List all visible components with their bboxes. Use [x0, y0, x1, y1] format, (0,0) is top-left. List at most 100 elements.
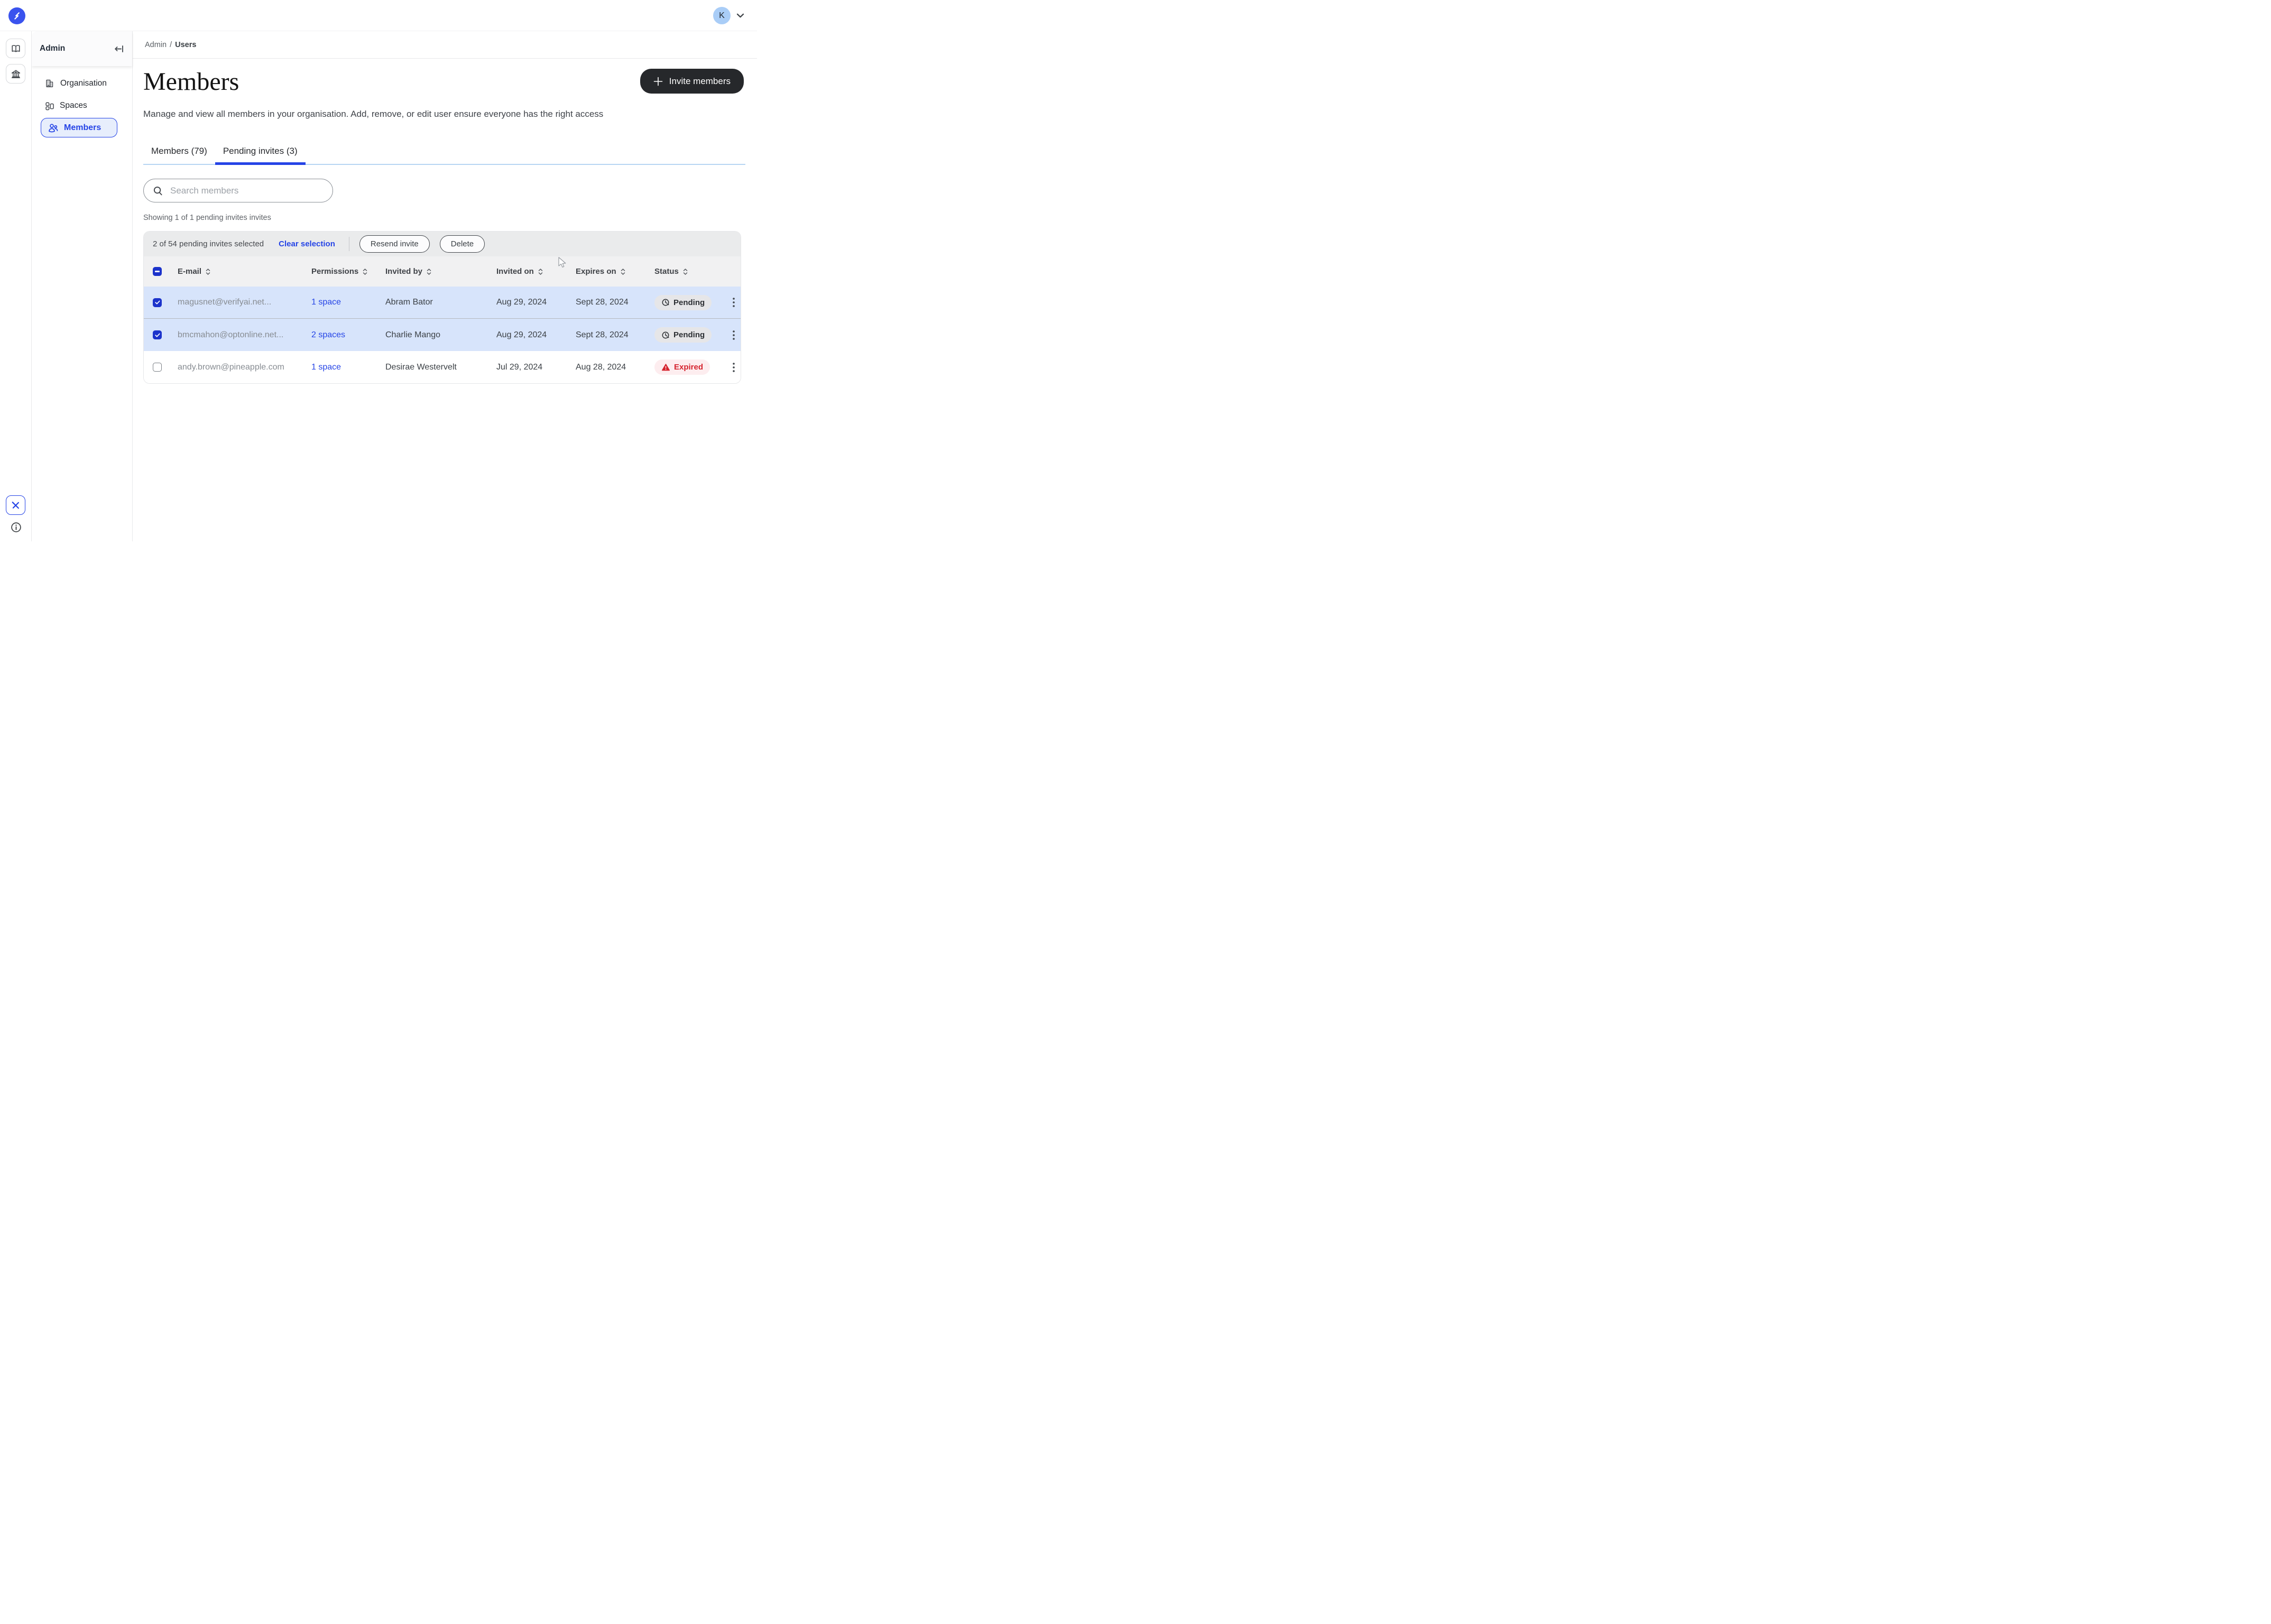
info-button[interactable] — [11, 522, 22, 533]
logo-bolt-icon — [12, 11, 22, 21]
cell-email: bmcmahon@optonline.net... — [178, 330, 311, 340]
sidebar-item-spaces[interactable]: Spaces — [32, 95, 132, 117]
row-menu-kebab-icon[interactable] — [730, 361, 738, 374]
status-badge-pending: Pending — [654, 295, 712, 310]
search-box[interactable] — [143, 179, 333, 202]
cell-email: magusnet@verifyai.net... — [178, 298, 311, 307]
cell-email: andy.brown@pineapple.com — [178, 363, 311, 372]
row-menu-kebab-icon[interactable] — [730, 328, 738, 342]
results-summary: Showing 1 of 1 pending invites invites — [143, 214, 757, 222]
resend-invite-button[interactable]: Resend invite — [359, 235, 430, 253]
avatar[interactable]: K — [713, 7, 731, 24]
table-header-row: E-mail Permissions Invited by Invited on… — [144, 256, 741, 287]
avatar-initial: K — [719, 11, 725, 21]
search-input[interactable] — [170, 186, 333, 196]
invite-members-label: Invite members — [669, 76, 731, 87]
column-header-status[interactable]: Status — [654, 267, 725, 276]
breadcrumb-section[interactable]: Admin — [145, 41, 167, 49]
info-icon — [11, 522, 22, 533]
cell-invited-by: Charlie Mango — [385, 330, 496, 340]
table-row[interactable]: andy.brown@pineapple.com 1 space Desirae… — [144, 351, 741, 383]
breadcrumb-separator: / — [170, 41, 172, 49]
sidebar-item-members[interactable]: Members — [41, 118, 117, 137]
column-header-email[interactable]: E-mail — [178, 267, 311, 276]
cell-invited-by: Abram Bator — [385, 298, 496, 307]
page-title: Members — [143, 68, 239, 96]
select-all-checkbox[interactable] — [153, 267, 162, 276]
pending-invites-table: 2 of 54 pending invites selected Clear s… — [143, 231, 741, 384]
clear-selection-link[interactable]: Clear selection — [279, 239, 335, 248]
sort-icon — [682, 268, 688, 275]
invite-members-button[interactable]: Invite members — [640, 69, 744, 94]
sort-icon — [426, 268, 432, 275]
organisation-home-button[interactable] — [6, 64, 25, 84]
column-header-expires-on[interactable]: Expires on — [576, 267, 654, 276]
column-header-invited-by[interactable]: Invited by — [385, 267, 496, 276]
row-checkbox[interactable] — [153, 330, 162, 339]
tab-pending-invites[interactable]: Pending invites (3) — [215, 146, 306, 165]
delete-button[interactable]: Delete — [440, 235, 485, 253]
main-panel: Admin / Users Members Invite members Man… — [133, 31, 757, 541]
page-description: Manage and view all members in your orga… — [143, 108, 757, 121]
selection-bar: 2 of 54 pending invites selected Clear s… — [144, 232, 741, 256]
status-badge-expired: Expired — [654, 359, 710, 375]
cell-permissions-link[interactable]: 1 space — [311, 298, 385, 307]
breadcrumb-page: Users — [175, 41, 196, 49]
sidebar-header: Admin — [32, 31, 132, 66]
account-menu[interactable]: K — [713, 0, 744, 31]
cell-permissions-link[interactable]: 1 space — [311, 363, 385, 372]
sort-icon — [205, 268, 211, 275]
building-icon — [44, 78, 55, 89]
status-badge-pending: Pending — [654, 327, 712, 343]
row-checkbox[interactable] — [153, 298, 162, 307]
column-header-permissions[interactable]: Permissions — [311, 267, 385, 276]
selection-count: 2 of 54 pending invites selected — [153, 239, 264, 248]
row-menu-kebab-icon[interactable] — [730, 296, 738, 309]
sort-icon — [362, 268, 368, 275]
breadcrumb: Admin / Users — [133, 31, 757, 59]
cell-invited-on: Aug 29, 2024 — [496, 298, 576, 307]
sort-icon — [620, 268, 626, 275]
cell-invited-on: Jul 29, 2024 — [496, 363, 576, 372]
cell-expires-on: Sept 28, 2024 — [576, 298, 654, 307]
cell-permissions-link[interactable]: 2 spaces — [311, 330, 385, 340]
page-content: Members Invite members Manage and view a… — [133, 68, 757, 384]
chevron-down-icon[interactable] — [736, 13, 744, 19]
collapse-sidebar-icon[interactable] — [114, 44, 124, 53]
admin-sidebar: Admin Organisation — [32, 31, 133, 541]
clock-pending-icon — [661, 298, 670, 307]
sidebar-title: Admin — [40, 44, 65, 53]
cell-invited-on: Aug 29, 2024 — [496, 330, 576, 340]
admin-tools-button[interactable] — [6, 495, 25, 515]
app-logo[interactable] — [8, 7, 25, 24]
plus-icon — [653, 77, 663, 86]
tab-bar: Members (79) Pending invites (3) — [143, 146, 745, 165]
top-bar: K — [0, 0, 757, 31]
sidebar-item-label: Organisation — [60, 79, 107, 88]
sidebar-item-organisation[interactable]: Organisation — [32, 72, 132, 95]
bank-icon — [10, 68, 22, 80]
table-row[interactable]: magusnet@verifyai.net... 1 space Abram B… — [144, 287, 741, 319]
clock-pending-icon — [661, 331, 670, 339]
sort-icon — [538, 268, 543, 275]
book-icon — [10, 43, 22, 54]
app-window: { "topbar": { "avatar_initial": "K" }, "… — [0, 0, 757, 541]
table-row[interactable]: bmcmahon@optonline.net... 2 spaces Charl… — [144, 319, 741, 351]
cell-expires-on: Aug 28, 2024 — [576, 363, 654, 372]
people-icon — [48, 122, 59, 133]
sidebar-item-label: Spaces — [60, 101, 87, 110]
cell-expires-on: Sept 28, 2024 — [576, 330, 654, 340]
cell-invited-by: Desirae Westervelt — [385, 363, 496, 372]
title-row: Members Invite members — [143, 68, 757, 96]
warning-triangle-icon — [661, 363, 670, 372]
tab-members[interactable]: Members (79) — [143, 146, 215, 165]
sidebar-item-label: Members — [64, 123, 101, 133]
icon-rail — [0, 31, 32, 541]
tools-icon — [11, 500, 21, 511]
spaces-icon — [44, 101, 54, 111]
library-button[interactable] — [6, 39, 25, 58]
column-header-invited-on[interactable]: Invited on — [496, 267, 576, 276]
search-icon — [153, 186, 163, 196]
row-checkbox[interactable] — [153, 363, 162, 372]
sidebar-nav: Organisation Spaces Members — [32, 66, 132, 137]
